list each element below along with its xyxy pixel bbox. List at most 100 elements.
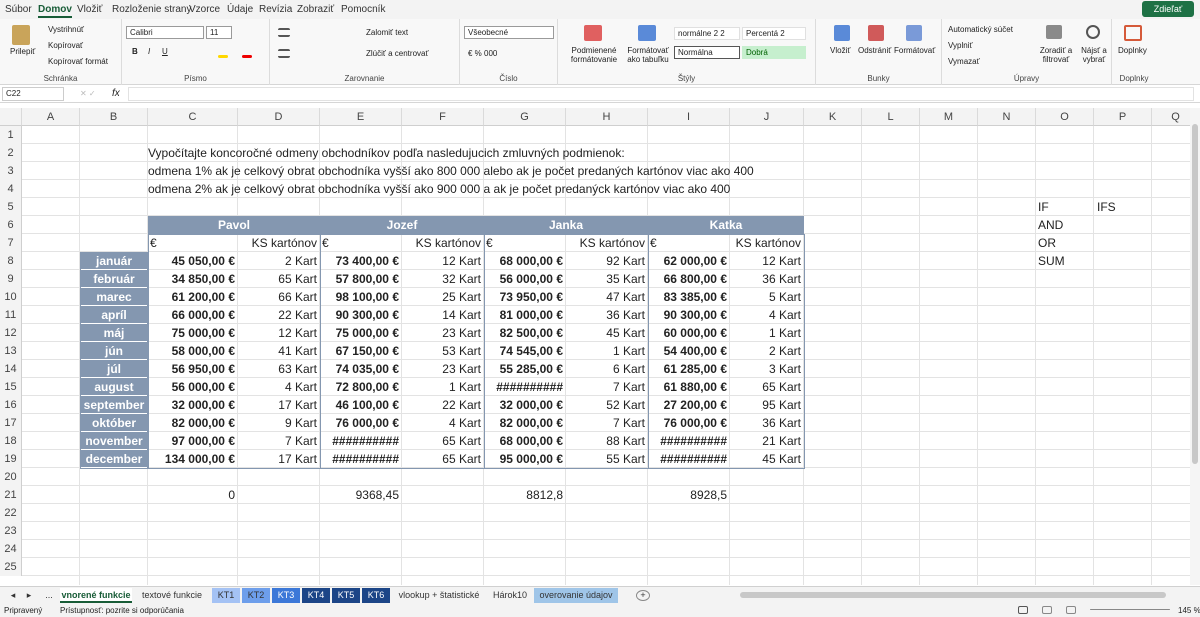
name-box[interactable]: C22 [2, 87, 64, 101]
autosum-button[interactable]: Automatický súčet [948, 25, 1013, 34]
row-header-16[interactable]: 16 [0, 396, 22, 414]
find-icon[interactable] [1086, 25, 1100, 39]
paste-icon[interactable] [12, 25, 30, 45]
addins-icon[interactable] [1124, 25, 1142, 41]
fn-and[interactable]: AND [1038, 216, 1063, 234]
sheet-tab[interactable]: KT4 [302, 588, 330, 603]
column-header-l[interactable]: L [862, 108, 920, 126]
sheet-tab[interactable]: KT1 [212, 588, 240, 603]
style-normal[interactable]: Normálna [674, 46, 740, 59]
column-header-m[interactable]: M [920, 108, 978, 126]
share-button[interactable]: Zdieľať [1142, 1, 1194, 17]
more-sheets-button[interactable]: ... [40, 588, 58, 603]
column-header-c[interactable]: C [148, 108, 238, 126]
row-header-21[interactable]: 21 [0, 486, 22, 504]
sort-filter-icon[interactable] [1046, 25, 1062, 39]
formula-input[interactable] [128, 87, 1194, 101]
conditional-format-icon[interactable] [584, 25, 602, 41]
column-header-n[interactable]: N [978, 108, 1036, 126]
page-break-icon[interactable] [1066, 606, 1076, 614]
column-header-h[interactable]: H [566, 108, 648, 126]
horizontal-scrollbar[interactable] [740, 592, 1166, 598]
vertical-scrollbar[interactable] [1190, 108, 1200, 585]
row-header-24[interactable]: 24 [0, 540, 22, 558]
row-header-13[interactable]: 13 [0, 342, 22, 360]
next-sheet-icon[interactable]: ▸ [24, 588, 34, 603]
menu-tab-insert[interactable]: Vložiť [77, 4, 102, 15]
style-good[interactable]: Dobrá [742, 46, 806, 59]
menu-tab-file[interactable]: Súbor [5, 4, 32, 15]
addins-button[interactable]: Doplnky [1118, 46, 1147, 55]
sheet-tab[interactable]: overovanie údajov [534, 588, 618, 603]
sheet-tab[interactable]: KT2 [242, 588, 270, 603]
task-title[interactable]: Vypočítajte koncoročné odmeny obchodníko… [148, 144, 625, 162]
task-rule-2[interactable]: odmena 2% ak je celkový obrat obchodníka… [148, 180, 730, 198]
spreadsheet-grid[interactable]: A B C D E F G H I J K L M N O P Q 1 2 3 4 5 6 7 8 9 10 11 12 13 14 15 16… [0, 108, 1200, 585]
delete-icon[interactable] [868, 25, 884, 41]
wrap-text-button[interactable]: Zalomiť text [366, 28, 408, 37]
row-header-25[interactable]: 25 [0, 558, 22, 576]
row-header-19[interactable]: 19 [0, 450, 22, 468]
delete-button[interactable]: Odstrániť [858, 46, 891, 55]
bonus-result[interactable]: 8928,5 [648, 486, 730, 504]
column-header-o[interactable]: O [1036, 108, 1094, 126]
cut-button[interactable]: Vystrihnúť [48, 25, 84, 34]
row-header-22[interactable]: 22 [0, 504, 22, 522]
sheet-tab[interactable]: KT6 [362, 588, 390, 603]
fill-color-icon[interactable] [218, 55, 228, 58]
row-header-7[interactable]: 7 [0, 234, 22, 252]
menu-tab-data[interactable]: Údaje [227, 4, 253, 15]
add-sheet-icon[interactable]: + [636, 590, 650, 601]
row-header-9[interactable]: 9 [0, 270, 22, 288]
row-header-2[interactable]: 2 [0, 144, 22, 162]
row-header-18[interactable]: 18 [0, 432, 22, 450]
column-header-d[interactable]: D [238, 108, 320, 126]
fn-if[interactable]: IF [1038, 198, 1049, 216]
column-header-p[interactable]: P [1094, 108, 1152, 126]
font-size-select[interactable]: 11 [206, 26, 232, 39]
italic-button[interactable]: I [148, 47, 150, 56]
font-name-select[interactable]: Calibri [126, 26, 204, 39]
row-header-20[interactable]: 20 [0, 468, 22, 486]
zoom-level[interactable]: 145 % [1178, 606, 1200, 615]
task-rule-1[interactable]: odmena 1% ak je celkový obrat obchodníka… [148, 162, 754, 180]
fn-or[interactable]: OR [1038, 234, 1056, 252]
fx-icon[interactable]: fx [112, 88, 120, 99]
scrollbar-thumb[interactable] [1192, 124, 1198, 464]
style-normal-22[interactable]: normálne 2 2 [674, 27, 740, 40]
copy-button[interactable]: Kopírovať [48, 41, 83, 50]
merge-center-button[interactable]: Zlúčiť a centrovať [366, 49, 428, 58]
menu-tab-help[interactable]: Pomocník [341, 4, 385, 15]
menu-tab-home[interactable]: Domov [38, 4, 72, 18]
paste-button[interactable]: Prilepiť [10, 47, 35, 56]
normal-view-icon[interactable] [1018, 606, 1028, 614]
format-table-button[interactable]: Formátovať ako tabuľku [620, 46, 676, 64]
column-header-e[interactable]: E [320, 108, 402, 126]
row-header-17[interactable]: 17 [0, 414, 22, 432]
prev-sheet-icon[interactable]: ◂ [8, 588, 18, 603]
menu-tab-formulas[interactable]: Vzorce [189, 4, 220, 15]
sheet-tab[interactable]: vlookup + štatistické [392, 588, 486, 603]
row-header-10[interactable]: 10 [0, 288, 22, 306]
sheet-tab[interactable]: vnorené funkcie [60, 588, 132, 603]
format-painter-button[interactable]: Kopírovať formát [48, 57, 108, 66]
row-header-14[interactable]: 14 [0, 360, 22, 378]
format-table-icon[interactable] [638, 25, 656, 41]
currency-icon[interactable]: € % 000 [468, 49, 497, 58]
fn-sum[interactable]: SUM [1038, 252, 1065, 270]
insert-button[interactable]: Vložiť [830, 46, 850, 55]
column-header-g[interactable]: G [484, 108, 566, 126]
align-top-icon[interactable] [278, 28, 290, 37]
sheet-tab[interactable]: KT3 [272, 588, 300, 603]
sort-filter-button[interactable]: Zoradiť a filtrovať [1036, 46, 1076, 64]
column-header-b[interactable]: B [80, 108, 148, 126]
menu-tab-page-layout[interactable]: Rozloženie strany [112, 4, 191, 15]
format-cells-button[interactable]: Formátovať [894, 46, 935, 55]
bonus-result[interactable]: 9368,45 [320, 486, 402, 504]
bonus-result[interactable]: 0 [148, 486, 238, 504]
row-header-5[interactable]: 5 [0, 198, 22, 216]
column-header-j[interactable]: J [730, 108, 804, 126]
menu-tab-view[interactable]: Zobraziť [297, 4, 334, 15]
insert-icon[interactable] [834, 25, 850, 41]
row-header-6[interactable]: 6 [0, 216, 22, 234]
